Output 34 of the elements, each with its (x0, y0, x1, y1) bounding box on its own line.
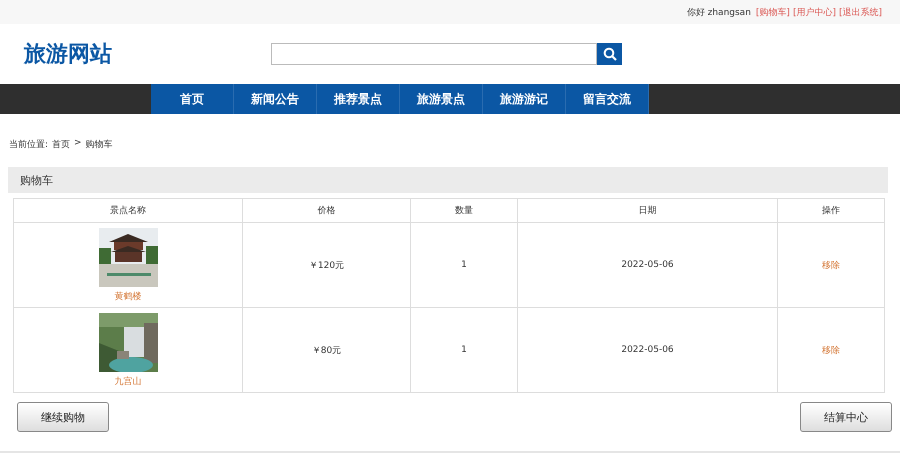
top-link[interactable]: [购物车] (756, 6, 790, 18)
greeting-text: 你好 zhangsan (686, 6, 751, 18)
table-cell: ￥80元 (242, 308, 410, 392)
nav-tab[interactable]: 旅游景点 (400, 84, 483, 114)
search-icon (602, 47, 616, 61)
top-link[interactable]: [用户中心] (792, 6, 836, 18)
breadcrumb-link[interactable]: 购物车 (86, 138, 113, 151)
panel-title: 购物车 (8, 167, 888, 193)
remove-link[interactable]: 移除 (822, 346, 840, 356)
column-header: 景点名称 (14, 198, 242, 222)
top-link[interactable]: [退出系统] (838, 6, 882, 18)
nav-tab[interactable]: 推荐景点 (317, 84, 400, 114)
search-field[interactable] (271, 43, 597, 65)
nav-tab[interactable]: 首页 (151, 84, 234, 114)
table-cell: 1 (410, 308, 518, 392)
table-cell: ￥120元 (242, 222, 410, 308)
nav-tab[interactable]: 新闻公告 (234, 84, 317, 114)
checkout-button[interactable]: 结算中心 (800, 402, 892, 432)
column-header: 操作 (778, 198, 884, 222)
column-header: 价格 (242, 198, 410, 222)
breadcrumb-label: 当前位置: (9, 138, 48, 151)
search-button[interactable] (597, 43, 622, 65)
nav-tab[interactable]: 留言交流 (566, 84, 649, 114)
continue-shopping-button[interactable]: 继续购物 (17, 402, 109, 432)
column-header: 日期 (518, 198, 778, 222)
table-cell: 2022-05-06 (518, 222, 778, 308)
remove-link[interactable]: 移除 (822, 260, 840, 270)
column-header: 数量 (410, 198, 518, 222)
site-logo: 旅游网站 (24, 41, 113, 69)
breadcrumb-link[interactable]: 首页 (52, 138, 70, 151)
table-cell: 1 (410, 222, 518, 308)
nav-tab[interactable]: 旅游游记 (483, 84, 566, 114)
breadcrumb-separator: > (74, 138, 82, 150)
table-cell: 2022-05-06 (518, 308, 778, 392)
